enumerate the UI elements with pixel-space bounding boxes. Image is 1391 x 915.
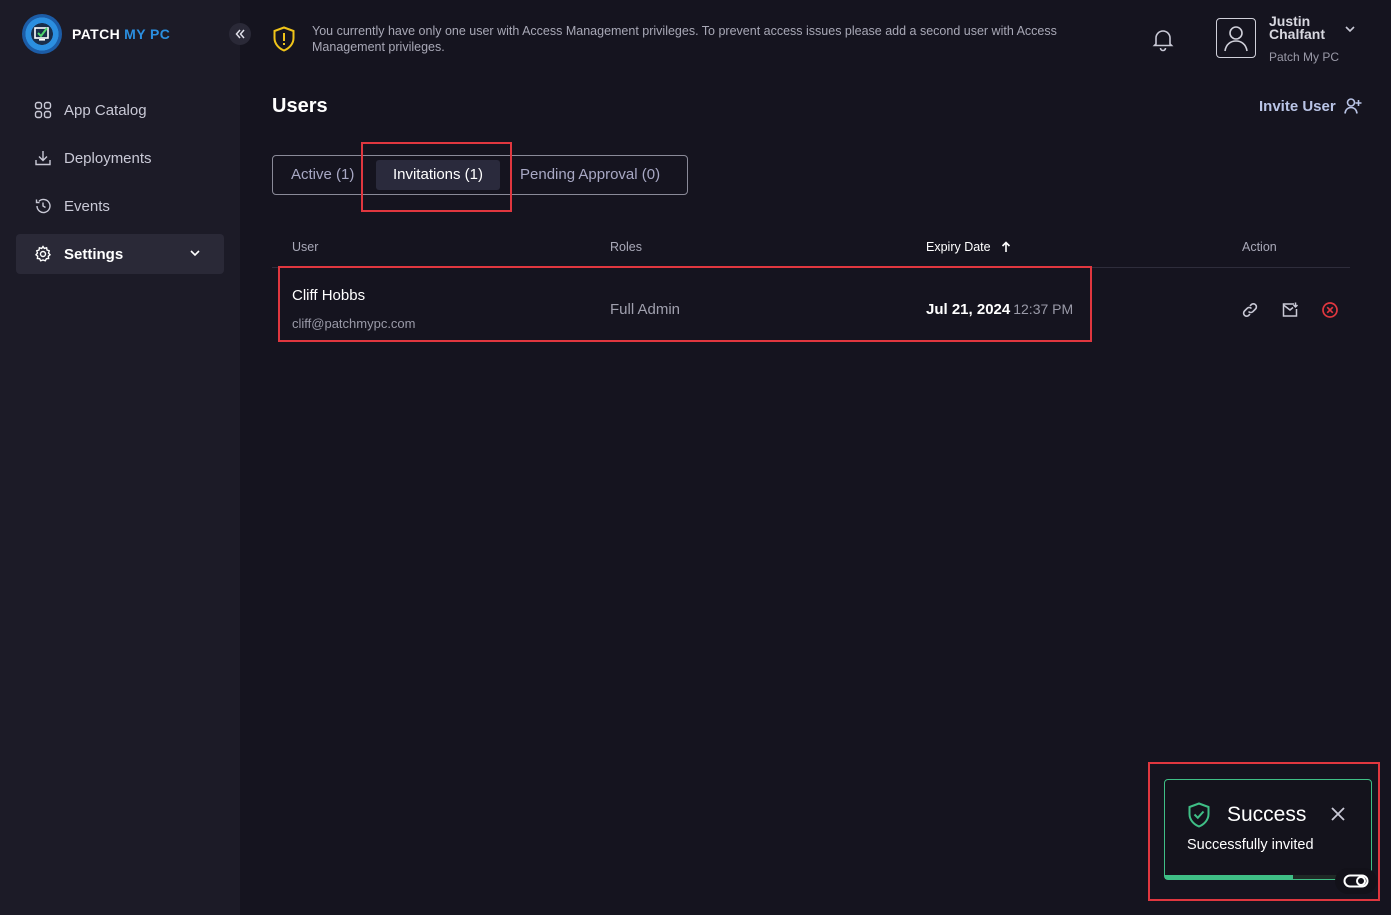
copy-invite-link-button[interactable]	[1240, 300, 1260, 320]
close-icon	[1331, 807, 1345, 821]
toast-toggle-button[interactable]	[1335, 868, 1377, 894]
add-user-icon	[1343, 98, 1362, 114]
close-circle-icon	[1322, 302, 1338, 318]
download-icon	[34, 149, 52, 167]
user-icon	[1224, 26, 1248, 52]
tab-pending-approval[interactable]: Pending Approval (0)	[520, 160, 660, 190]
sidebar-item-deployments[interactable]: Deployments	[16, 138, 224, 178]
brand-name-part2: MY PC	[124, 26, 171, 42]
tab-active[interactable]: Active (1)	[291, 160, 354, 190]
brand-name: PATCH MY PC	[72, 26, 170, 42]
chevron-down-icon	[188, 246, 202, 264]
user-name[interactable]: Justin Chalfant	[1269, 14, 1341, 42]
sidebar-item-events[interactable]: Events	[16, 186, 224, 226]
user-menu-chevron-icon[interactable]	[1343, 22, 1357, 41]
toast-progress-bar	[1165, 875, 1293, 879]
access-warning-banner: You currently have only one user with Ac…	[312, 24, 1057, 54]
notifications-bell-icon[interactable]	[1150, 26, 1176, 57]
invitation-expiry: Jul 21, 2024 12:37 PM	[926, 301, 1073, 318]
user-avatar[interactable]	[1216, 18, 1256, 58]
invite-user-label: Invite User	[1259, 97, 1336, 115]
success-toast: Success Successfully invited	[1164, 779, 1372, 880]
sort-ascending-icon	[1001, 241, 1010, 252]
sidebar-item-app-catalog[interactable]: App Catalog	[16, 90, 224, 130]
sidebar-item-label: Events	[64, 197, 110, 215]
column-header-expiry-label: Expiry Date	[926, 240, 991, 254]
mail-resend-icon	[1282, 302, 1299, 317]
user-last-name: Chalfant	[1269, 26, 1325, 42]
page-title: Users	[272, 95, 328, 117]
brand-name-part1: PATCH	[72, 26, 121, 42]
toast-close-button[interactable]	[1330, 806, 1346, 827]
sidebar-item-label: Settings	[64, 245, 124, 263]
patchmypc-logo-icon	[22, 14, 62, 54]
invite-user-button[interactable]: Invite User	[1259, 97, 1362, 115]
resend-invite-button[interactable]	[1280, 300, 1300, 320]
revoke-invite-button[interactable]	[1320, 300, 1340, 320]
sidebar-item-label: Deployments	[64, 149, 152, 167]
toast-message: Successfully invited	[1187, 837, 1314, 853]
toast-title: Success	[1227, 803, 1307, 826]
warning-shield-icon	[272, 26, 296, 57]
gear-icon	[34, 245, 52, 263]
column-header-user: User	[292, 240, 319, 254]
invited-user-role: Full Admin	[610, 301, 681, 318]
tab-invitations[interactable]: Invitations (1)	[376, 160, 500, 190]
toggle-icon	[1343, 874, 1369, 888]
expiry-time: 12:37 PM	[1013, 301, 1074, 317]
collapse-sidebar-button[interactable]	[229, 23, 251, 45]
brand-logo[interactable]: PATCH MY PC	[22, 14, 170, 54]
sidebar-item-label: App Catalog	[64, 101, 147, 119]
column-header-roles: Roles	[610, 240, 642, 254]
user-tabs: Active (1) Invitations (1) Pending Appro…	[272, 155, 688, 195]
user-organization: Patch My PC	[1269, 50, 1340, 64]
history-icon	[34, 197, 52, 215]
link-icon	[1242, 303, 1258, 317]
double-chevron-left-icon	[235, 29, 245, 39]
invited-user-name: Cliff Hobbs	[292, 287, 366, 304]
expiry-date: Jul 21, 2024	[926, 301, 1011, 318]
column-header-action: Action	[1242, 240, 1277, 254]
shield-check-icon	[1187, 802, 1211, 833]
column-header-expiry[interactable]: Expiry Date	[926, 240, 1011, 254]
sidebar-item-settings[interactable]: Settings	[16, 234, 224, 274]
table-header-divider	[272, 267, 1350, 268]
sidebar: PATCH MY PC App Catalog Deployments Even…	[0, 0, 240, 915]
grid-icon	[34, 101, 52, 119]
sidebar-nav: App Catalog Deployments Events Settings	[16, 90, 224, 282]
invited-user-email: cliff@patchmypc.com	[292, 316, 416, 331]
